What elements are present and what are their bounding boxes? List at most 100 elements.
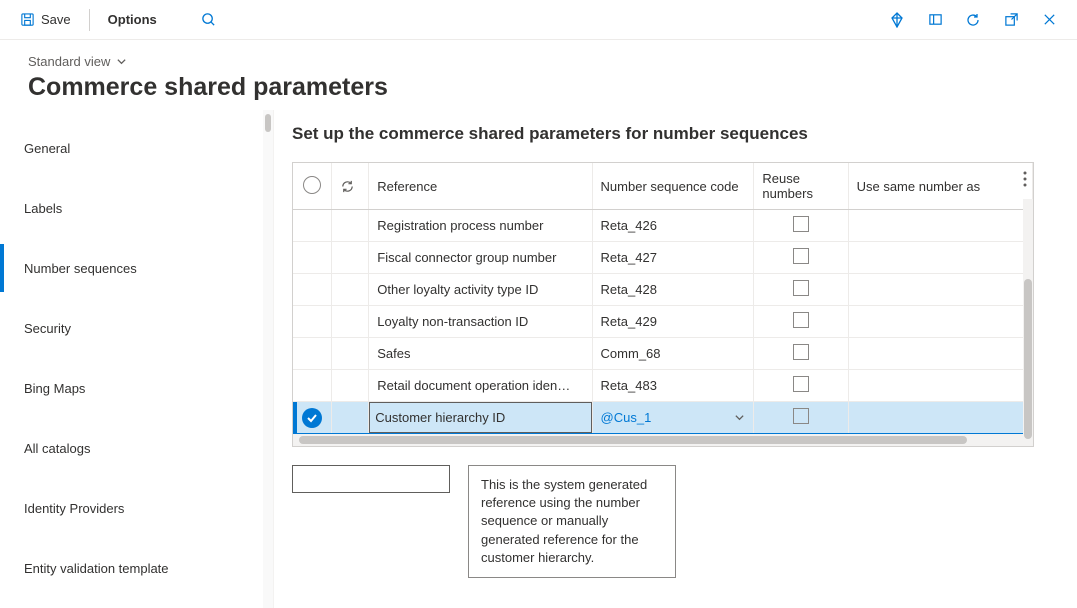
row-selector[interactable] [293, 274, 332, 306]
refresh-column-header[interactable] [332, 163, 369, 210]
sidebar-item-label: Bing Maps [24, 381, 85, 396]
table-row-selected[interactable]: Customer hierarchy ID @Cus_1 [293, 402, 1033, 434]
checkbox-icon [793, 248, 809, 264]
empty-input[interactable] [292, 465, 450, 493]
table-row[interactable]: Retail document operation iden… Reta_483 [293, 370, 1033, 402]
sidebar-item-number-sequences[interactable]: Number sequences [0, 238, 273, 298]
close-button[interactable] [1033, 4, 1065, 36]
column-code[interactable]: Number sequence code [592, 163, 754, 210]
toolbar-divider [89, 9, 90, 31]
table-row[interactable]: Fiscal connector group number Reta_427 [293, 242, 1033, 274]
refresh-icon [965, 12, 981, 28]
cell-same[interactable] [848, 306, 1032, 338]
sidebar: General Labels Number sequences Security… [0, 110, 274, 608]
sidebar-item-labels[interactable]: Labels [0, 178, 273, 238]
sidebar-scrollbar[interactable] [263, 110, 273, 608]
view-label: Standard view [28, 54, 110, 69]
save-button[interactable]: Save [12, 6, 79, 33]
reference-input[interactable]: Customer hierarchy ID [369, 402, 591, 433]
cell-reference[interactable]: Customer hierarchy ID [369, 402, 592, 434]
search-button[interactable] [193, 4, 225, 36]
close-icon [1042, 12, 1057, 27]
cell-reference[interactable]: Retail document operation iden… [369, 370, 592, 402]
section-title: Set up the commerce shared parameters fo… [292, 124, 1059, 144]
grid-horizontal-scrollbar[interactable] [293, 434, 1033, 446]
table-row[interactable]: Registration process number Reta_426 [293, 210, 1033, 242]
sidebar-item-entity-validation[interactable]: Entity validation template [0, 538, 273, 598]
sidebar-item-label: All catalogs [24, 441, 90, 456]
cell-reuse[interactable] [754, 402, 848, 434]
search-icon [201, 12, 216, 27]
cell-same[interactable] [848, 210, 1032, 242]
sidebar-item-all-catalogs[interactable]: All catalogs [0, 418, 273, 478]
cell-same[interactable] [848, 338, 1032, 370]
view-selector[interactable]: Standard view [28, 52, 127, 71]
grid-options-button[interactable] [1023, 171, 1027, 187]
row-selector[interactable] [293, 210, 332, 242]
grid-header-row: Reference Number sequence code Reuse num… [293, 163, 1033, 210]
cell-reuse[interactable] [754, 306, 848, 338]
cell-reuse[interactable] [754, 338, 848, 370]
cell-same[interactable] [848, 242, 1032, 274]
cell-reference[interactable]: Fiscal connector group number [369, 242, 592, 274]
row-selector[interactable] [293, 370, 332, 402]
cell-reference[interactable]: Registration process number [369, 210, 592, 242]
sidebar-item-general[interactable]: General [0, 118, 273, 178]
cell-code[interactable]: Reta_429 [592, 306, 754, 338]
office-button[interactable] [919, 4, 951, 36]
main-panel: Set up the commerce shared parameters fo… [274, 110, 1077, 608]
code-value: @Cus_1 [601, 410, 652, 425]
sidebar-item-label: Entity validation template [24, 561, 169, 576]
cell-reuse[interactable] [754, 242, 848, 274]
cell-reuse[interactable] [754, 210, 848, 242]
cell-reuse[interactable] [754, 370, 848, 402]
popout-button[interactable] [995, 4, 1027, 36]
column-reuse[interactable]: Reuse numbers [754, 163, 848, 210]
cell-code-dropdown[interactable]: @Cus_1 [592, 402, 754, 434]
cell-reference[interactable]: Loyalty non-transaction ID [369, 306, 592, 338]
toolbar-left: Save Options [12, 4, 225, 36]
cell-code[interactable]: Comm_68 [592, 338, 754, 370]
table-row[interactable]: Loyalty non-transaction ID Reta_429 [293, 306, 1033, 338]
table-row[interactable]: Other loyalty activity type ID Reta_428 [293, 274, 1033, 306]
row-selector[interactable] [293, 242, 332, 274]
chevron-down-icon [734, 412, 745, 423]
row-selector[interactable] [293, 306, 332, 338]
select-all-header[interactable] [293, 163, 332, 210]
refresh-button[interactable] [957, 4, 989, 36]
scrollbar-thumb[interactable] [299, 436, 967, 444]
cell-same[interactable] [848, 370, 1032, 402]
attachments-button[interactable] [881, 4, 913, 36]
circle-icon [303, 176, 321, 194]
row-selector[interactable] [293, 338, 332, 370]
cell-same[interactable] [848, 402, 1032, 434]
scrollbar-thumb[interactable] [265, 114, 271, 132]
sidebar-item-label: Labels [24, 201, 62, 216]
sidebar-item-label: Number sequences [24, 261, 137, 276]
body: General Labels Number sequences Security… [0, 110, 1077, 608]
scrollbar-thumb[interactable] [1024, 279, 1032, 439]
checkbox-icon [793, 344, 809, 360]
refresh-icon [340, 179, 360, 194]
cell-same[interactable] [848, 274, 1032, 306]
options-button[interactable]: Options [100, 6, 165, 33]
cell-reference[interactable]: Safes [369, 338, 592, 370]
toolbar-right [881, 4, 1065, 36]
sidebar-item-identity-providers[interactable]: Identity Providers [0, 478, 273, 538]
sidebar-item-bing-maps[interactable]: Bing Maps [0, 358, 273, 418]
save-icon [20, 12, 35, 27]
row-selector[interactable] [293, 402, 332, 434]
cell-code[interactable]: Reta_426 [592, 210, 754, 242]
cell-code[interactable]: Reta_483 [592, 370, 754, 402]
table-row[interactable]: Safes Comm_68 [293, 338, 1033, 370]
office-icon [928, 12, 943, 27]
sidebar-item-security[interactable]: Security [0, 298, 273, 358]
cell-code[interactable]: Reta_427 [592, 242, 754, 274]
cell-code[interactable]: Reta_428 [592, 274, 754, 306]
column-reference[interactable]: Reference [369, 163, 592, 210]
grid-vertical-scrollbar[interactable] [1023, 199, 1033, 434]
sidebar-item-label: General [24, 141, 70, 156]
column-same[interactable]: Use same number as [848, 163, 1032, 210]
cell-reuse[interactable] [754, 274, 848, 306]
cell-reference[interactable]: Other loyalty activity type ID [369, 274, 592, 306]
